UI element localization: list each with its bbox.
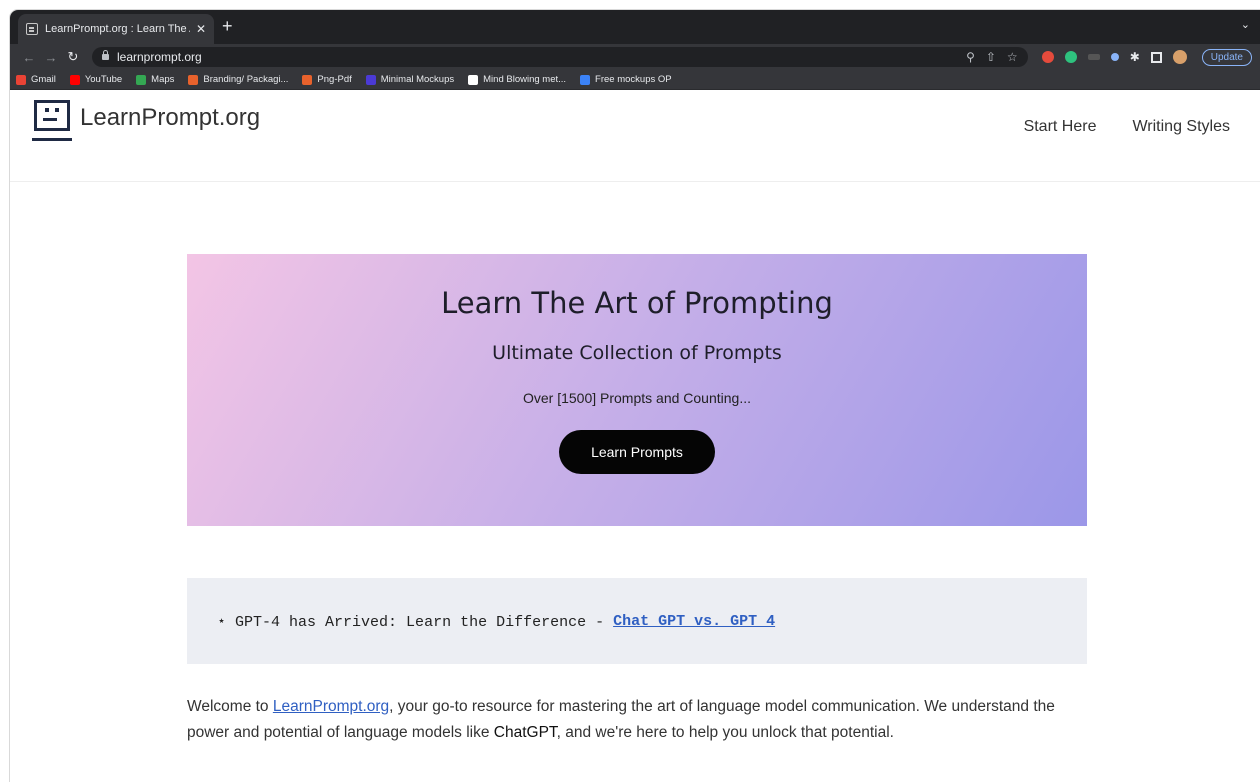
site-logo[interactable]: LearnPrompt.org [32,100,260,148]
web-page: LearnPrompt.org Start Here Writing Style… [10,90,1260,782]
minimal-mockups-icon [365,74,376,85]
nav-start-here[interactable]: Start Here [1024,118,1097,136]
puzzle-icon[interactable]: ✱ [1130,50,1140,64]
mind-blowing-icon [468,74,479,85]
hero-subtitle: Ultimate Collection of Prompts [492,342,782,364]
bookmark-item[interactable]: Gmail [16,74,56,85]
update-button[interactable]: Update [1201,48,1252,66]
learnprompt-link[interactable]: LearnPrompt.org [273,698,389,715]
bookmark-item[interactable]: YouTube [69,74,123,85]
site-header: LearnPrompt.org Start Here Writing Style… [10,90,1260,182]
lock-icon [102,50,109,60]
bookmark-item[interactable]: Maps [136,74,174,85]
bookmark-item[interactable]: Minimal Mockups [365,74,455,85]
nav-writing-styles[interactable]: Writing Styles [1132,118,1230,136]
logo-text: LearnPrompt.org [80,104,261,131]
extension-dark-icon[interactable] [1087,54,1100,60]
bookmark-item[interactable]: Mind Blowing met... [468,74,566,85]
bookmark-item[interactable]: Free mockups OP [580,74,672,85]
hero-title: Learn The Art of Prompting [441,286,833,320]
address-bar[interactable]: learnprompt.org ⚲ ⇧ ☆ [92,47,1028,67]
extension-blue-icon[interactable] [1110,53,1119,61]
reload-icon[interactable]: ↻ [62,49,84,65]
new-tab-button[interactable]: + [222,16,233,36]
bookmark-label: Mind Blowing met... [483,74,567,85]
gpt4-notice: ⋆ GPT-4 has Arrived: Learn the Differenc… [187,578,1087,664]
back-arrow-icon[interactable]: ← [18,50,40,65]
url-text: learnprompt.org [117,50,202,64]
chatgpt-vs-gpt4-link[interactable]: Chat GPT vs. GPT 4 [613,613,775,630]
youtube-icon [69,74,80,85]
tab-close-icon[interactable]: ✕ [196,22,206,36]
notice-text: ⋆ GPT-4 has Arrived: Learn the Differenc… [217,613,605,631]
bookmark-label: Png-Pdf [317,74,352,85]
gmail-icon [16,74,26,85]
browser-window: LearnPrompt.org : Learn The A ✕ + ⌄ ← → … [10,10,1260,782]
hero-tagline: Over [1500] Prompts and Counting... [522,390,751,406]
bookmark-label: Maps [151,74,175,85]
png-pdf-icon [302,74,313,85]
maps-icon [136,74,147,85]
intro-text-3: , and we're here to help you unlock that… [556,724,894,741]
top-nav: Start Here Writing Styles [1024,118,1230,136]
extension-green-icon[interactable] [1064,51,1077,63]
bookmark-label: Free mockups OP [595,74,672,85]
bookmark-label: Branding/ Packagi... [203,74,289,85]
side-panel-icon[interactable] [1150,51,1162,63]
tab-bar: LearnPrompt.org : Learn The A ✕ + ⌄ [10,10,1260,44]
extension-red-icon[interactable] [1041,51,1054,63]
branding-icon [188,74,199,85]
bookmark-label: Gmail [31,74,56,85]
browser-tab[interactable]: LearnPrompt.org : Learn The A ✕ [18,14,214,44]
forward-arrow-icon[interactable]: → [40,50,62,65]
free-mockups-icon [580,74,591,85]
learn-prompts-button[interactable]: Learn Prompts [559,430,715,474]
share-icon[interactable]: ⇧ [986,50,996,64]
intro-paragraph: Welcome to LearnPrompt.org, your go-to r… [187,694,1087,746]
bookmark-label: YouTube [84,74,123,85]
browser-toolbar: ← → ↻ learnprompt.org ⚲ ⇧ ☆ ✱ Update [10,44,1260,70]
bookmark-label: Minimal Mockups [380,74,455,85]
intro-text-1: Welcome to [187,698,273,715]
tab-search-chevron-icon[interactable]: ⌄ [1241,18,1250,31]
bookmark-item[interactable]: Branding/ Packagi... [188,74,288,85]
bookmarks-bar: Gmail YouTube Maps Branding/ Packagi... Png-… [10,70,1260,90]
zoom-icon[interactable]: ⚲ [966,50,975,64]
robot-logo-icon [32,100,74,148]
tab-favicon-icon [26,23,38,35]
tab-title: LearnPrompt.org : Learn The A [45,23,190,35]
bookmark-item[interactable]: Png-Pdf [302,74,352,85]
avatar[interactable] [1172,50,1187,64]
bookmark-star-icon[interactable]: ☆ [1007,50,1018,64]
hero-banner: Learn The Art of Prompting Ultimate Coll… [187,254,1087,526]
chatgpt-text: ChatGPT [493,724,557,741]
